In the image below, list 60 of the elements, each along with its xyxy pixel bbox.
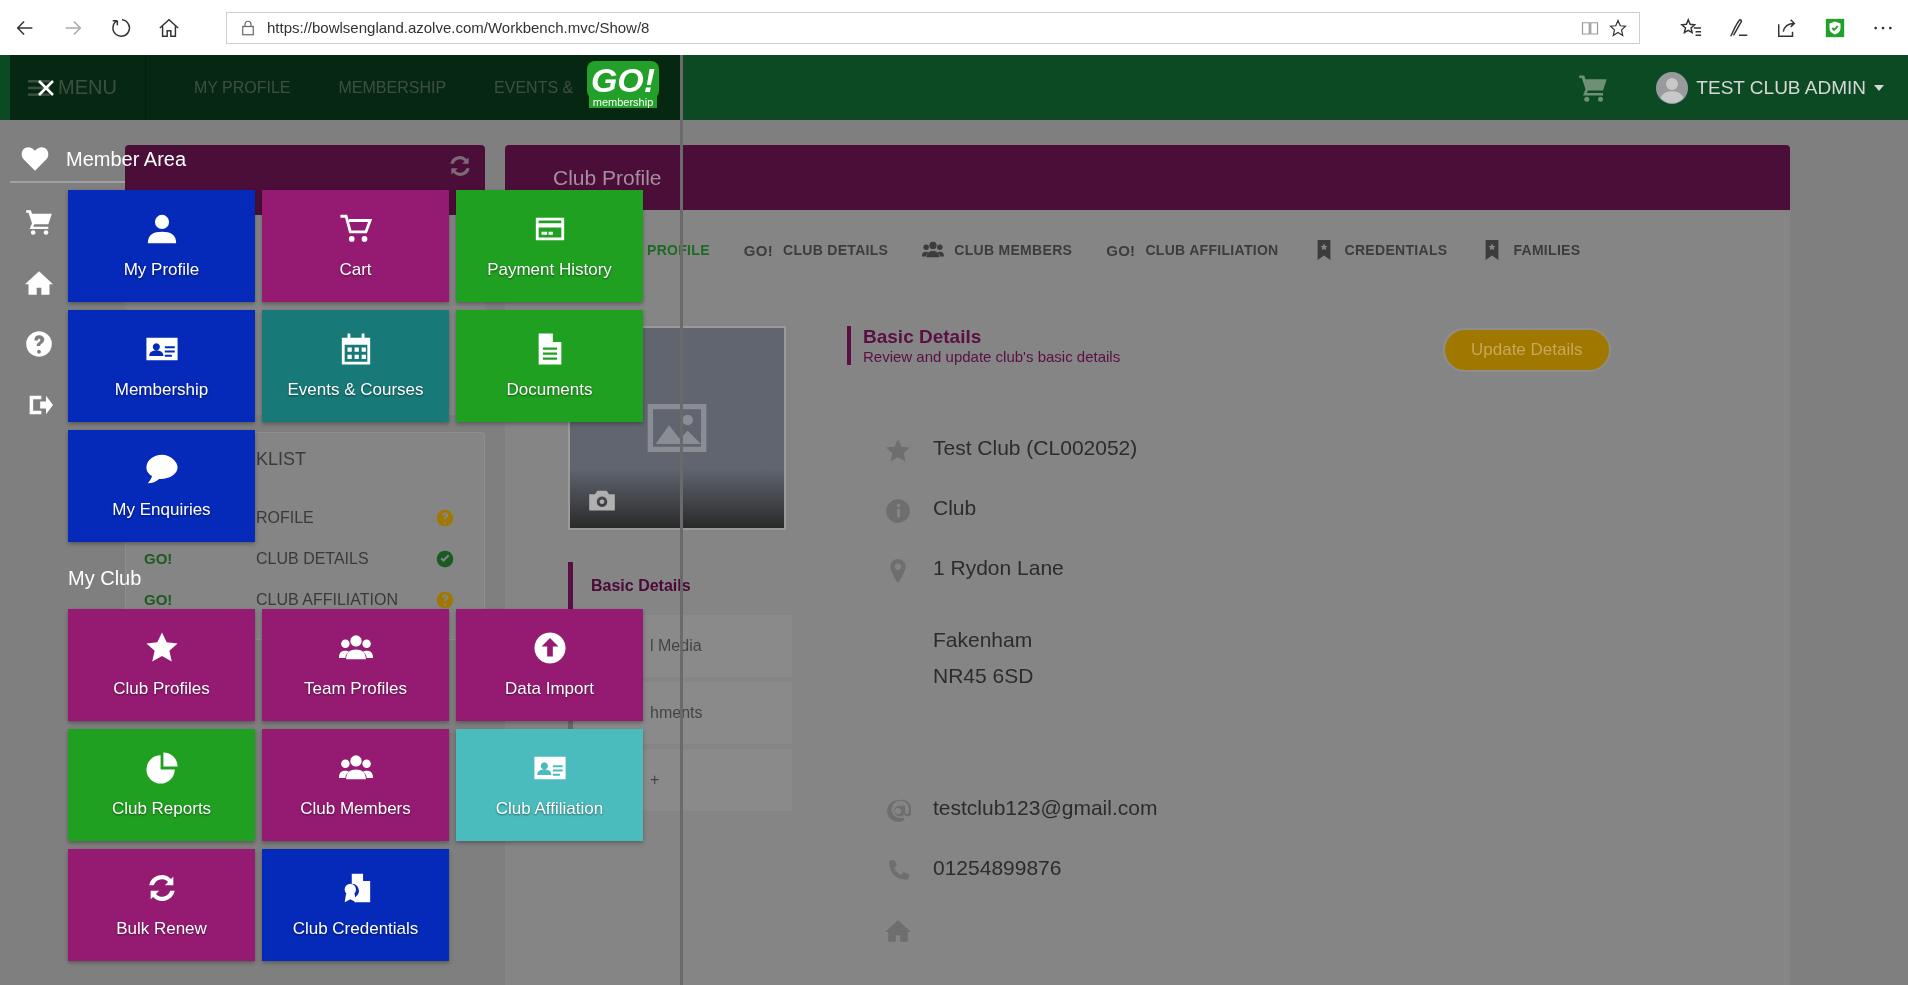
card-title: Club Profile	[553, 165, 662, 190]
address-bar[interactable]: https://bowlsengland.azolve.com/Workbench.mvc/Show/8	[226, 11, 1640, 44]
menu-tile[interactable]: Data Import	[456, 609, 643, 721]
menu-tile[interactable]: Club Credentials	[262, 849, 449, 961]
menu-tile[interactable]: Club Affiliation	[456, 729, 643, 841]
menu-tile[interactable]: Bulk Renew	[68, 849, 255, 961]
pie-chart-icon	[144, 751, 179, 785]
go-label: GO!	[743, 241, 773, 259]
tab[interactable]: CREDENTIALS	[1312, 239, 1448, 261]
checklist-item: CLUB AFFILIATION	[256, 590, 398, 609]
menu-tile[interactable]: Club Profiles	[68, 609, 255, 721]
close-icon[interactable]	[37, 78, 55, 97]
favorites-icon[interactable]	[1680, 16, 1702, 39]
menu-tile[interactable]: Documents	[456, 310, 643, 422]
star-icon[interactable]	[1609, 18, 1627, 37]
menu-tile[interactable]: Club Members	[262, 729, 449, 841]
menu-tile[interactable]: My Enquiries	[68, 430, 255, 542]
go-label: GO!	[144, 591, 174, 608]
section-heading: My Club	[68, 567, 142, 590]
help-icon[interactable]	[25, 330, 53, 358]
caret-icon[interactable]	[1874, 84, 1884, 91]
field-value: Test Club (CL002052)	[933, 436, 1138, 460]
url-text: https://bowlsengland.azolve.com/Workbench.mvc/Show/8	[267, 19, 651, 36]
refresh-icon[interactable]	[110, 16, 132, 39]
checklist-item: ROFILE	[256, 508, 314, 527]
menu-icon[interactable]	[28, 79, 50, 96]
menu-tile[interactable]: Payment History	[456, 190, 643, 302]
go-label: GO!	[1106, 241, 1136, 259]
menu-tile[interactable]: Cart	[262, 190, 449, 302]
user-menu[interactable]: TEST CLUB ADMIN	[1696, 76, 1866, 99]
field-value: 1 Rydon Lane	[933, 556, 1064, 580]
shield-icon[interactable]	[1824, 16, 1846, 39]
section-subtitle: Review and update club's basic details	[863, 348, 1122, 365]
field-value: Club	[933, 496, 977, 520]
field-value: Fakenham	[933, 628, 1034, 652]
checklist-title: KLIST	[256, 449, 307, 471]
heart-icon[interactable]	[21, 145, 49, 173]
menu-tile[interactable]: My Profile	[68, 190, 255, 302]
tab[interactable]: FAMILIES	[1481, 239, 1581, 261]
section-title: Basic Details	[863, 326, 983, 348]
menu-tile[interactable]: Events & Courses	[262, 310, 449, 422]
checklist-item: CLUB DETAILS	[256, 549, 369, 568]
menu-tile[interactable]: Club Reports	[68, 729, 255, 841]
pen-icon[interactable]	[1728, 16, 1750, 39]
field-value: NR45 6SD	[933, 664, 1034, 688]
tab[interactable]: CLUB MEMBERS	[922, 239, 1073, 261]
upload-icon	[532, 631, 567, 665]
avatar-icon[interactable]	[1656, 71, 1689, 104]
cart-icon[interactable]	[25, 208, 53, 236]
tab[interactable]: GO! CLUB AFFILIATION	[1106, 241, 1279, 259]
speech-bubble-icon	[144, 452, 179, 486]
field-value: testclub123@gmail.com	[933, 796, 1158, 820]
home-icon[interactable]	[158, 16, 180, 39]
menu-tile[interactable]: Membership	[68, 310, 255, 422]
field-value: 01254899876	[933, 856, 1062, 880]
tab[interactable]: GO! CLUB DETAILS	[743, 241, 889, 259]
go-label: GO!	[144, 550, 174, 567]
update-details-button[interactable]: Update Details	[1443, 328, 1611, 372]
lock-icon	[239, 18, 257, 37]
menu-tile[interactable]: Team Profiles	[262, 609, 449, 721]
